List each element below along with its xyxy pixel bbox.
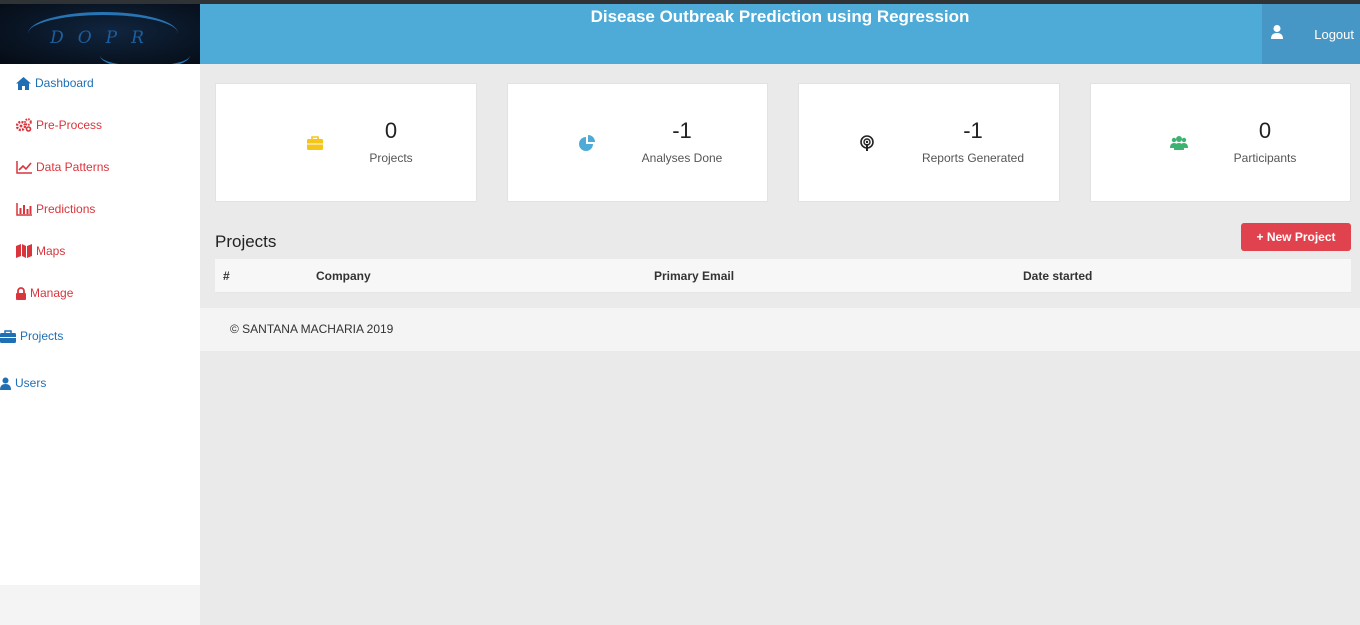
- sidebar-item-label: Projects: [20, 329, 64, 343]
- projects-section-title: Projects: [215, 232, 277, 251]
- home-icon: [16, 76, 31, 90]
- sidebar: Dashboard Pre-Process Data Patterns Pred…: [0, 64, 200, 585]
- column-header-company[interactable]: Company: [316, 269, 371, 283]
- stat-card-participants: 0 Participants: [1090, 83, 1351, 202]
- new-project-button[interactable]: + New Project: [1241, 223, 1351, 251]
- sidebar-item-label: Pre-Process: [36, 118, 103, 132]
- stat-card-reports: -1 Reports Generated: [798, 83, 1060, 202]
- user-icon: [1271, 25, 1283, 39]
- projects-table-header: # Company Primary Email Date started: [215, 259, 1351, 293]
- stat-value: 0: [1258, 118, 1272, 143]
- sidebar-item-label: Data Patterns: [36, 160, 110, 174]
- stat-value: -1: [672, 118, 692, 143]
- column-header-number[interactable]: #: [223, 269, 230, 283]
- sidebar-footer: [0, 585, 200, 625]
- sidebar-item-users[interactable]: Users: [0, 376, 46, 390]
- sidebar-item-label: Manage: [30, 286, 74, 300]
- sidebar-item-label: Predictions: [36, 202, 96, 216]
- sidebar-item-predictions[interactable]: Predictions: [16, 202, 95, 216]
- sidebar-item-label: Maps: [36, 244, 66, 258]
- sidebar-item-data-patterns[interactable]: Data Patterns: [16, 160, 109, 174]
- sidebar-item-label: Users: [15, 376, 47, 390]
- sidebar-item-projects[interactable]: Projects: [0, 329, 63, 343]
- logo-text: DOPR: [50, 28, 158, 48]
- map-icon: [16, 244, 32, 258]
- stat-label: Analyses Done: [641, 151, 723, 165]
- lock-icon: [16, 286, 26, 300]
- user-icon: [0, 377, 11, 390]
- gears-icon: [16, 118, 32, 132]
- sidebar-item-manage[interactable]: Manage: [16, 286, 73, 300]
- logo[interactable]: DOPR: [0, 4, 200, 64]
- column-header-primary-email[interactable]: Primary Email: [654, 269, 734, 283]
- column-header-date-started[interactable]: Date started: [1023, 269, 1092, 283]
- stat-value: 0: [384, 118, 398, 143]
- copyright-text: © SANTANA MACHARIA 2019: [230, 322, 394, 336]
- podcast-icon: [860, 135, 874, 151]
- pie-chart-icon: [579, 135, 595, 151]
- logout-label: Logout: [1314, 27, 1354, 42]
- stat-label: Projects: [369, 151, 413, 165]
- sidebar-item-label: Dashboard: [35, 76, 94, 90]
- line-chart-icon: [16, 160, 32, 174]
- page-footer: © SANTANA MACHARIA 2019: [200, 308, 1360, 351]
- header-bar: Disease Outbreak Prediction using Regres…: [200, 4, 1360, 64]
- sidebar-item-dashboard[interactable]: Dashboard: [16, 76, 94, 90]
- stat-card-analyses: -1 Analyses Done: [507, 83, 768, 202]
- app-title: Disease Outbreak Prediction using Regres…: [590, 7, 970, 26]
- stat-label: Participants: [1233, 151, 1297, 165]
- briefcase-icon: [0, 329, 16, 343]
- bar-chart-icon: [16, 202, 32, 216]
- sidebar-item-maps[interactable]: Maps: [16, 244, 65, 258]
- logout-button[interactable]: Logout: [1262, 4, 1360, 64]
- sidebar-item-pre-process[interactable]: Pre-Process: [16, 118, 102, 132]
- stat-value: -1: [963, 118, 983, 143]
- stat-card-projects: 0 Projects: [215, 83, 477, 202]
- stat-label: Reports Generated: [921, 151, 1025, 165]
- users-icon: [1170, 136, 1188, 150]
